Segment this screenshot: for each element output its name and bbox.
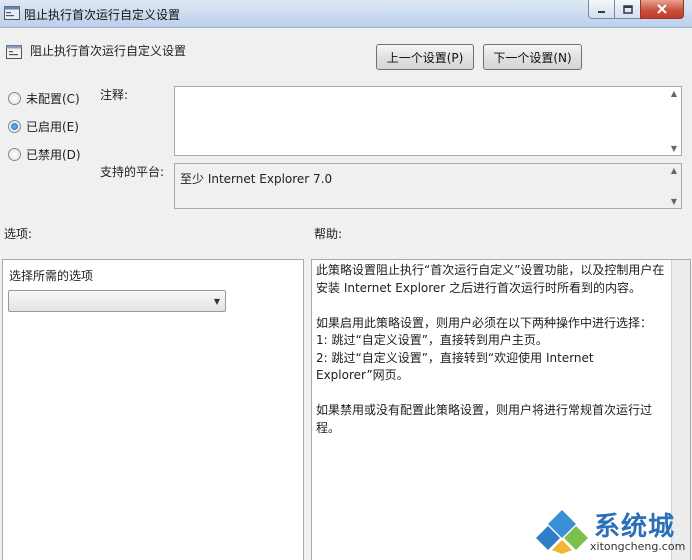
platform-value: 至少 Internet Explorer 7.0	[180, 172, 333, 186]
radio-disabled[interactable]: 已禁用(D)	[8, 146, 81, 163]
window-title: 阻止执行首次运行自定义设置	[24, 8, 181, 22]
maximize-button[interactable]	[614, 0, 641, 19]
chevron-down-icon: ▼	[213, 297, 220, 306]
select-option-label: 选择所需的选项	[9, 269, 94, 283]
scroll-up-icon[interactable]: ▲	[671, 89, 677, 98]
window-controls	[588, 0, 684, 19]
policy-window-icon	[4, 6, 20, 20]
scroll-up-icon[interactable]: ▲	[671, 166, 677, 175]
close-button[interactable]	[640, 0, 684, 19]
radio-label: 已禁用(D)	[26, 148, 81, 162]
platform-scrollbar[interactable]: ▲ ▼	[667, 164, 681, 208]
watermark-logo	[536, 510, 588, 554]
radio-circle[interactable]	[8, 148, 21, 161]
maximize-icon	[622, 4, 633, 14]
setting-title: 阻止执行首次运行自定义设置	[30, 44, 187, 58]
comment-textarea[interactable]: ▲ ▼	[174, 86, 682, 156]
radio-circle[interactable]	[8, 92, 21, 105]
comment-label: 注释:	[100, 88, 129, 102]
radio-label: 已启用(E)	[26, 120, 79, 134]
radio-circle-checked[interactable]	[8, 120, 21, 133]
title-bar: 阻止执行首次运行自定义设置	[0, 0, 692, 28]
minimize-icon	[598, 10, 605, 13]
radio-not-configured[interactable]: 未配置(C)	[8, 90, 80, 107]
help-section-label: 帮助:	[314, 227, 343, 241]
watermark: 系统城 xitongcheng.com	[536, 504, 688, 558]
scroll-down-icon[interactable]: ▼	[671, 197, 677, 206]
scroll-down-icon[interactable]: ▼	[671, 144, 677, 153]
help-text: 此策略设置阻止执行“首次运行自定义”设置功能，以及控制用户在安装 Interne…	[316, 263, 665, 435]
watermark-url: xitongcheng.com	[590, 540, 686, 553]
comment-scrollbar[interactable]: ▲ ▼	[667, 87, 681, 155]
close-icon	[657, 4, 667, 14]
setting-icon	[6, 45, 22, 59]
option-dropdown[interactable]: ▼	[8, 290, 226, 312]
platform-box: 至少 Internet Explorer 7.0 ▲ ▼	[174, 163, 682, 209]
radio-enabled[interactable]: 已启用(E)	[8, 118, 79, 135]
options-section-label: 选项:	[4, 227, 33, 241]
radio-label: 未配置(C)	[26, 92, 80, 106]
next-setting-button[interactable]: 下一个设置(N)	[483, 44, 582, 70]
minimize-button[interactable]	[588, 0, 615, 19]
platform-label: 支持的平台:	[100, 165, 165, 179]
previous-setting-button[interactable]: 上一个设置(P)	[376, 44, 474, 70]
watermark-brand: 系统城	[594, 512, 676, 542]
